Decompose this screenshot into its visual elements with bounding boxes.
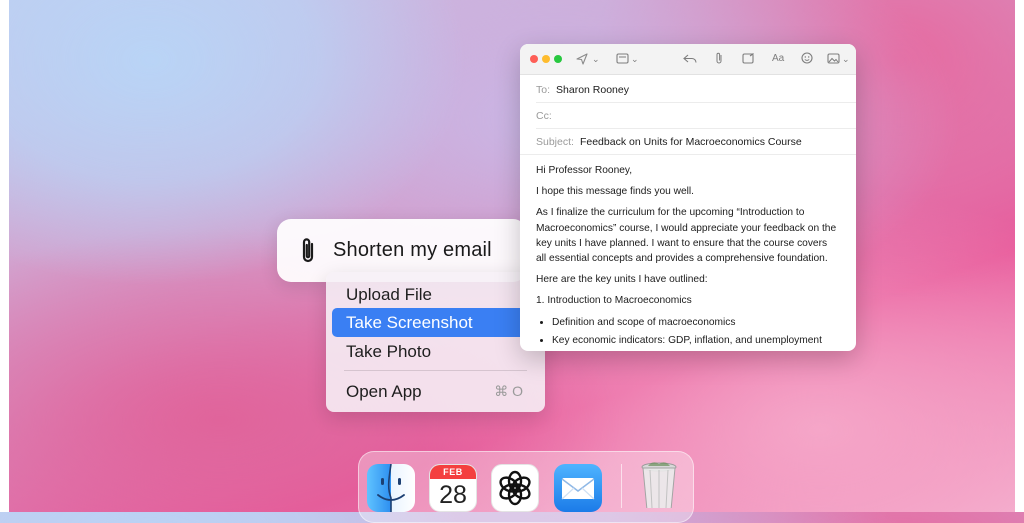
body-paragraph: I hope this message finds you well. — [536, 186, 694, 198]
body-greeting: Hi Professor Rooney, — [536, 165, 633, 176]
body-unit-heading: 1. Introduction to Macroeconomics — [536, 295, 692, 307]
send-icon[interactable] — [576, 53, 588, 65]
to-field[interactable]: To: Sharon Rooney — [536, 77, 856, 103]
paperclip-icon[interactable] — [297, 236, 319, 266]
body-paragraph: As I finalize the curriculum for the upc… — [536, 207, 837, 265]
menu-item-label: Upload File — [346, 284, 432, 304]
header-fields-icon[interactable] — [616, 53, 630, 64]
calendar-icon[interactable]: FEB 28 — [429, 464, 477, 512]
calendar-month: FEB — [430, 465, 476, 479]
chatgpt-icon[interactable] — [491, 464, 539, 512]
finder-icon[interactable] — [367, 464, 415, 512]
chevron-down-icon[interactable]: ⌄ — [842, 50, 850, 68]
menu-separator — [344, 370, 527, 371]
mail-body[interactable]: Hi Professor Rooney, I hope this message… — [520, 155, 856, 348]
menu-item-label: Take Screenshot — [346, 312, 473, 332]
list-item: Key economic indicators: GDP, inflation,… — [552, 333, 840, 348]
cc-label: Cc: — [536, 109, 552, 122]
attachment-icon[interactable] — [714, 52, 724, 65]
format-text-icon[interactable]: Aa — [772, 50, 784, 68]
menu-item-upload-file[interactable]: Upload File — [332, 280, 539, 309]
emoji-icon[interactable] — [801, 52, 813, 64]
mail-compose-window: ⌄ ⌄ Aa ⌄ To: Sharon Rooney Cc: Subject: … — [520, 44, 856, 351]
subject-field[interactable]: Subject: Feedback on Units for Macroecon… — [536, 129, 856, 154]
calendar-day: 28 — [439, 481, 467, 509]
body-bullet-list: Definition and scope of macroeconomics K… — [536, 315, 840, 348]
body-paragraph: Here are the key units I have outlined: — [536, 274, 708, 286]
dock: FEB 28 — [358, 451, 694, 523]
dock-divider — [621, 464, 622, 508]
menu-item-take-screenshot[interactable]: Take Screenshot — [332, 308, 539, 337]
cc-field[interactable]: Cc: — [536, 103, 856, 129]
subject-value[interactable]: Feedback on Units for Macroeconomics Cou… — [580, 136, 802, 148]
zoom-button[interactable] — [554, 55, 562, 63]
prompt-text[interactable]: Shorten my email — [333, 239, 492, 262]
minimize-button[interactable] — [542, 55, 550, 63]
mail-app-icon[interactable] — [554, 464, 602, 512]
trash-icon[interactable] — [635, 460, 683, 508]
mail-toolbar: ⌄ ⌄ Aa ⌄ — [520, 44, 856, 75]
chevron-down-icon[interactable]: ⌄ — [631, 50, 639, 68]
to-value[interactable]: Sharon Rooney — [556, 84, 629, 96]
markup-icon[interactable] — [742, 53, 755, 64]
menu-item-take-photo[interactable]: Take Photo — [332, 337, 539, 366]
close-button[interactable] — [530, 55, 538, 63]
menu-item-label: Open App — [346, 381, 422, 401]
reply-icon[interactable] — [683, 53, 697, 64]
attachment-menu: Upload File Take Screenshot Take Photo O… — [326, 272, 545, 412]
shortcut-label: ⌘ O — [494, 383, 523, 399]
list-item: Definition and scope of macroeconomics — [552, 315, 840, 330]
chevron-down-icon[interactable]: ⌄ — [592, 50, 600, 68]
photo-browser-icon[interactable] — [827, 53, 840, 64]
to-label: To: — [536, 83, 551, 96]
screen-edge-right — [1015, 0, 1024, 512]
menu-item-label: Take Photo — [346, 341, 432, 361]
screen-edge-left — [0, 0, 9, 512]
menu-item-open-app[interactable]: Open App ⌘ O — [332, 377, 539, 406]
subject-label: Subject: — [536, 135, 574, 148]
